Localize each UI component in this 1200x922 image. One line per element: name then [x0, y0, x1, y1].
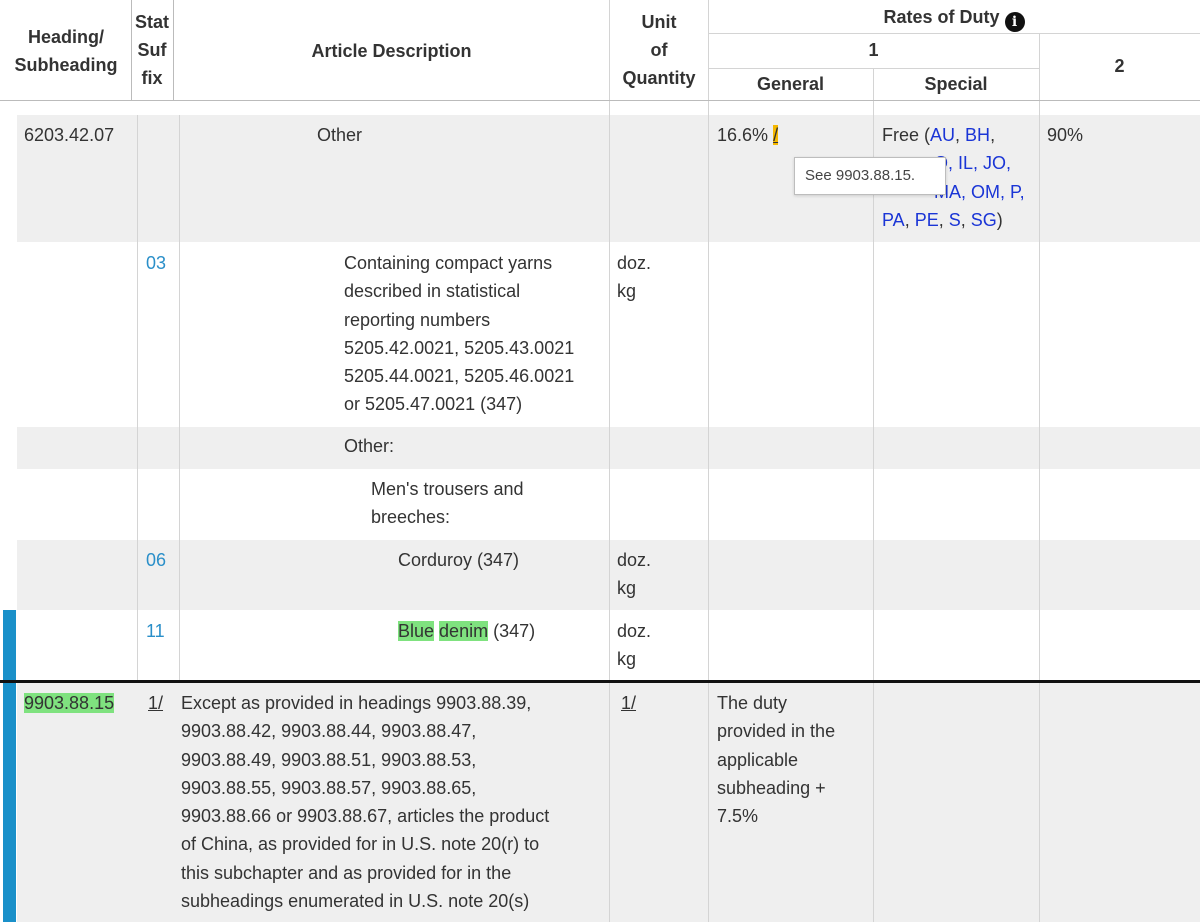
special-line: Free (AU, BH, [882, 125, 996, 145]
description-cell: Other [317, 125, 363, 145]
unit-footnote-link[interactable]: 1/ [621, 689, 636, 717]
header-divider [708, 68, 1039, 69]
general-line: The duty [717, 693, 788, 713]
description-cell: Men's trousers and breeches: [371, 475, 524, 532]
unit-line: kg [617, 281, 637, 302]
header-heading-subheading: Heading/ Subheading [2, 23, 130, 79]
description-cell: Corduroy (347) [398, 550, 520, 570]
description-line: 9903.88.55, 9903.88.57, 9903.88.65, [181, 777, 477, 798]
special-code-link[interactable]: BH [965, 125, 990, 145]
header-stat-line: Stat [134, 12, 169, 32]
col-divider [179, 115, 180, 683]
special-prefix: Free ( [882, 125, 931, 145]
unit-line: doz. [617, 550, 652, 570]
row-marker [3, 610, 16, 680]
description-line: subheadings enumerated in U.S. note 20(s… [181, 891, 530, 912]
unit-line: kg [617, 578, 637, 599]
general-line: provided in the [717, 721, 836, 742]
special-suffix: ) [996, 209, 1003, 230]
description-line: reporting numbers [344, 309, 491, 330]
description-line: this subchapter and as provided for in t… [181, 862, 512, 883]
header-special: Special [924, 74, 988, 94]
description-line: described in statistical [344, 281, 521, 302]
unit-cell: doz. kg [617, 617, 651, 674]
header-stat-line: Suf [137, 40, 167, 60]
stat-footnote-link[interactable]: 1/ [148, 689, 163, 717]
stat-suffix-cell[interactable]: 03 [146, 249, 166, 277]
info-icon[interactable]: i [1004, 12, 1025, 32]
unit-cell: doz. kg [617, 249, 651, 306]
description-line: Men's trousers and [371, 479, 524, 499]
special-code-link[interactable]: PA [882, 210, 905, 230]
col-divider [609, 100, 610, 922]
special-code-link[interactable]: S [949, 210, 961, 230]
description-cell: Blue denim (347) [398, 617, 535, 645]
header-stat-line: fix [141, 68, 163, 88]
unit-line: doz. [617, 253, 652, 273]
special-code-link[interactable]: AU [930, 125, 955, 145]
description-cell: Other: [344, 436, 395, 456]
special-code-link[interactable]: SG [971, 210, 997, 230]
header-unit-of-quantity: Unit of Quantity [609, 8, 709, 92]
description-line: 5205.44.0021, 5205.46.0021 [344, 366, 575, 387]
description-line: breeches: [371, 507, 451, 528]
description-line: 9903.88.66 or 9903.88.67, articles the p… [181, 806, 550, 827]
description-text: (347) [488, 621, 536, 641]
footnote-link[interactable]: / [773, 125, 779, 145]
header-general: General [756, 74, 825, 94]
description-line: 5205.42.0021, 5205.43.0021 [344, 337, 575, 358]
heading-cell: 9903.88.15 [24, 689, 115, 717]
description-line: or 5205.47.0021 (347) [344, 394, 523, 415]
header-col-1: 1 [868, 40, 879, 60]
header-unit-line: of [650, 40, 668, 60]
description-line: Except as provided in headings 9903.88.3… [181, 693, 532, 713]
special-code-link[interactable]: PE [915, 210, 939, 230]
description-cell: Containing compact yarns described in st… [344, 249, 606, 419]
row-marker [3, 683, 16, 922]
header-rates-of-duty: Rates of Duty i [708, 3, 1200, 32]
stat-suffix-cell[interactable]: 11 [146, 617, 165, 645]
special-line: PA, PE, S, SG) [882, 209, 1003, 230]
col-divider [708, 100, 709, 922]
heading-cell: 6203.42.07 [24, 125, 115, 145]
unit-cell: doz. kg [617, 546, 651, 603]
header-stat-suffix: Stat Suf fix [131, 8, 173, 92]
header-col-2: 2 [1114, 56, 1125, 76]
unit-line: doz. [617, 621, 652, 641]
general-line: subheading + [717, 777, 826, 798]
header-unit-line: Quantity [622, 68, 696, 88]
column-2-rate-cell: 90% [1047, 125, 1084, 145]
description-line: Containing compact yarns [344, 253, 553, 273]
header-bottom-border [0, 100, 1200, 101]
description-line: 9903.88.49, 9903.88.51, 9903.88.53, [181, 749, 477, 770]
search-highlight: denim [439, 621, 489, 641]
header-heading-line: Heading/ [27, 27, 104, 47]
unit-line: kg [617, 649, 637, 670]
col-divider [1039, 100, 1040, 922]
stat-suffix-cell[interactable]: 06 [146, 546, 166, 574]
description-cell: Except as provided in headings 9903.88.3… [181, 689, 607, 915]
general-line: applicable [717, 749, 799, 770]
general-rate-value: 16.6% [717, 125, 769, 145]
description-line: 9903.88.42, 9903.88.44, 9903.88.47, [181, 721, 477, 742]
header-unit-line: Unit [641, 12, 677, 32]
header-article-description: Article Description [311, 41, 472, 61]
section-separator [0, 680, 1200, 683]
footnote-tooltip: See 9903.88.15. [794, 157, 946, 195]
general-rate-cell: The duty provided in the applicable subh… [717, 689, 835, 830]
search-highlight: Blue [398, 621, 435, 641]
header-rates-label: Rates of Duty [883, 7, 1000, 27]
col-divider [137, 115, 138, 683]
description-line: of China, as provided for in U.S. note 2… [181, 834, 540, 855]
header-divider [708, 33, 1200, 34]
general-rate-cell: 16.6% / [717, 121, 779, 149]
header-heading-line: Subheading [14, 55, 118, 75]
general-line: 7.5% [717, 806, 759, 827]
heading-value: 9903.88.15 [24, 693, 115, 713]
col-divider [873, 100, 874, 922]
